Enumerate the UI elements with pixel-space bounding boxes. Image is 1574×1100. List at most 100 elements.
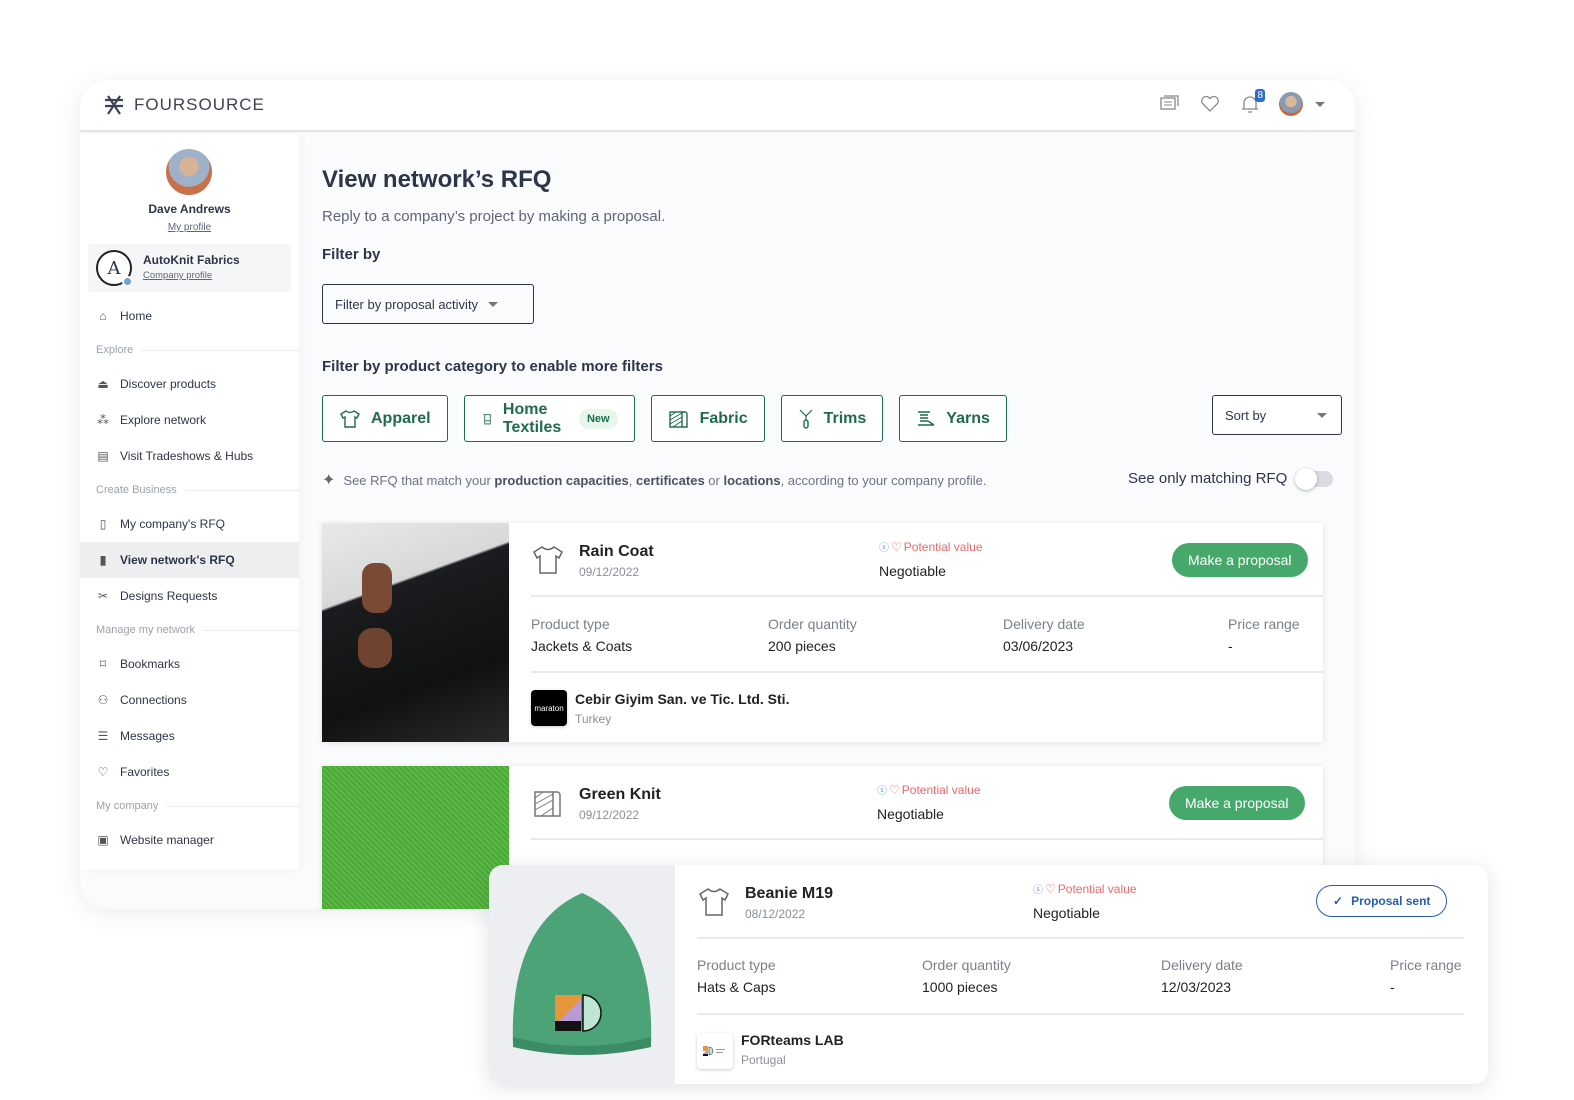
buyer-name[interactable]: FORteams LAB <box>741 1032 844 1048</box>
category-label: Apparel <box>371 409 431 427</box>
sidebar-item-explore-network[interactable]: ⁂ Explore network <box>80 402 299 438</box>
buyer-logo[interactable]: maraton <box>531 690 567 726</box>
brand-name: FOURSOURCE <box>134 95 265 114</box>
rfq-card-body: Rain Coat 09/12/2022 ⓢ ♡ Potential value N… <box>509 523 1323 742</box>
profile-avatar[interactable] <box>166 149 212 195</box>
user-name: Dave Andrews <box>148 202 231 216</box>
category-fabric[interactable]: Fabric <box>650 395 765 442</box>
sidebar-nav: ⌂ Home Explore ⏏ Discover products ⁂ Explor… <box>80 298 299 858</box>
sidebar-item-discover-products[interactable]: ⏏ Discover products <box>80 366 299 402</box>
sidebar-item-bookmarks[interactable]: ⌑ Bookmarks <box>80 646 299 682</box>
product-image[interactable] <box>322 523 509 742</box>
sidebar: Dave Andrews My profile A AutoKnit Fabri… <box>80 134 299 870</box>
buyer-country: Portugal <box>741 1053 786 1067</box>
piggy-bank-icon: ♡ <box>891 539 902 554</box>
divider <box>697 1013 1464 1015</box>
make-proposal-button[interactable]: Make a proposal <box>1172 543 1308 577</box>
dropdown-label: Filter by proposal activity <box>335 296 479 312</box>
hint-bold: locations <box>723 472 781 488</box>
forteams-logo-icon <box>703 1046 725 1056</box>
category-filters: Apparel Home Textiles New Fabric Trims Ya… <box>322 395 1007 442</box>
notification-badge: 8 <box>1255 89 1265 102</box>
bell-icon[interactable]: 8 <box>1239 89 1265 115</box>
sidebar-item-favorites[interactable]: ♡ Favorites <box>80 754 299 790</box>
heart-icon[interactable] <box>1199 93 1221 115</box>
hanger-icon: ⏏ <box>97 377 109 391</box>
proposal-sent-button[interactable]: ✓ Proposal sent <box>1316 885 1448 917</box>
potential-value-label: ⓢ ♡ Potential value <box>1033 881 1137 897</box>
yarn-spool-icon <box>918 410 935 426</box>
brand-logo[interactable]: FOURSOURCE <box>102 93 265 117</box>
matching-rfq-toggle[interactable] <box>1295 467 1334 490</box>
delivery-date-value: 12/03/2023 <box>1161 979 1232 995</box>
order-quantity-label: Order quantity <box>768 616 857 632</box>
category-label: Trims <box>823 409 867 427</box>
bookmark-icon: ⌑ <box>99 657 107 671</box>
sidebar-item-designs-requests[interactable]: ✂ Designs Requests <box>80 578 299 614</box>
filter-heading: Filter by <box>322 246 381 263</box>
sidebar-item-website-manager[interactable]: ▣ Website manager <box>80 822 299 858</box>
sidebar-item-connections[interactable]: ⚇ Connections <box>80 682 299 718</box>
product-image[interactable] <box>489 865 675 1084</box>
product-image[interactable] <box>322 766 509 909</box>
avatar <box>1279 92 1303 116</box>
towel-icon <box>483 413 491 424</box>
delivery-date-label: Delivery date <box>1161 957 1243 973</box>
product-type-value: Jackets & Coats <box>531 638 633 654</box>
sidebar-item-tradeshows[interactable]: ▤ Visit Tradeshows & Hubs <box>80 438 299 474</box>
order-quantity-value: 1000 pieces <box>922 979 998 995</box>
section-create-business: Create Business <box>80 474 299 506</box>
document-dollar-icon: ▮ <box>99 553 107 567</box>
browser-icon: ▣ <box>97 833 109 847</box>
sidebar-item-label: Favorites <box>120 765 170 779</box>
tshirt-icon <box>533 546 563 574</box>
app-window: FOURSOURCE 8 Dave Andrews My profile A A… <box>80 80 1355 909</box>
sidebar-item-home[interactable]: ⌂ Home <box>80 298 299 334</box>
hint-bold: certificates <box>636 472 705 488</box>
sidebar-item-label: Explore network <box>120 413 207 427</box>
proposal-activity-dropdown[interactable]: Filter by proposal activity <box>322 284 534 324</box>
sort-dropdown[interactable]: Sort by <box>1212 395 1342 435</box>
company-profile-link[interactable]: Company profile <box>143 270 212 281</box>
rfq-card: Rain Coat 09/12/2022 ⓢ ♡ Potential value N… <box>322 523 1323 742</box>
potential-value-label: ⓢ ♡ Potential value <box>877 782 981 798</box>
page-subtitle: Reply to a company’s project by making a… <box>322 208 666 225</box>
sidebar-item-label: My company's RFQ <box>120 517 225 531</box>
messages-icon[interactable] <box>1159 93 1181 115</box>
category-trims[interactable]: Trims <box>780 395 884 442</box>
category-yarns[interactable]: Yarns <box>899 395 1007 442</box>
section-manage-network: Manage my network <box>80 614 299 646</box>
price-range-label: Price range <box>1390 957 1462 973</box>
top-icons: 8 <box>1159 89 1325 116</box>
sidebar-item-my-company-rfq[interactable]: ▯ My company's RFQ <box>80 506 299 542</box>
rfq-title[interactable]: Green Knit <box>579 786 661 804</box>
rfq-title[interactable]: Beanie M19 <box>745 885 833 903</box>
category-home-textiles[interactable]: Home Textiles New <box>463 395 635 442</box>
user-menu[interactable] <box>1279 92 1325 116</box>
dollar-icon: ⓢ <box>877 786 887 797</box>
hint-text: See RFQ that match your production capac… <box>343 473 986 488</box>
fabric-roll-icon <box>668 410 688 428</box>
delivery-date-value: 03/06/2023 <box>1003 638 1074 654</box>
section-label: Create Business <box>96 484 177 496</box>
buyer-logo[interactable] <box>697 1033 733 1069</box>
proposal-sent-label: Proposal sent <box>1351 894 1431 908</box>
make-proposal-button[interactable]: Make a proposal <box>1169 786 1305 820</box>
rfq-date: 09/12/2022 <box>579 808 640 822</box>
chevron-down-icon <box>1315 101 1325 107</box>
sidebar-item-view-network-rfq[interactable]: ▮ View network's RFQ <box>80 542 299 578</box>
sidebar-item-label: Discover products <box>120 377 217 391</box>
divider <box>166 805 299 807</box>
price-range-value: - <box>1228 638 1233 654</box>
sidebar-item-messages[interactable]: ☰ Messages <box>80 718 299 754</box>
my-profile-link[interactable]: My profile <box>80 222 299 233</box>
buyer-name[interactable]: Cebir Giyim San. ve Tic. Ltd. Sti. <box>575 691 789 707</box>
product-type-value: Hats & Caps <box>697 979 776 995</box>
rfq-title[interactable]: Rain Coat <box>579 543 654 561</box>
piggy-bank-icon: ♡ <box>1045 881 1056 896</box>
zipper-icon <box>799 409 813 429</box>
company-card[interactable]: A AutoKnit Fabrics Company profile <box>88 244 291 292</box>
category-heading: Filter by product category to enable mor… <box>322 358 663 375</box>
category-apparel[interactable]: Apparel <box>322 395 448 442</box>
product-type-label: Product type <box>697 957 776 973</box>
